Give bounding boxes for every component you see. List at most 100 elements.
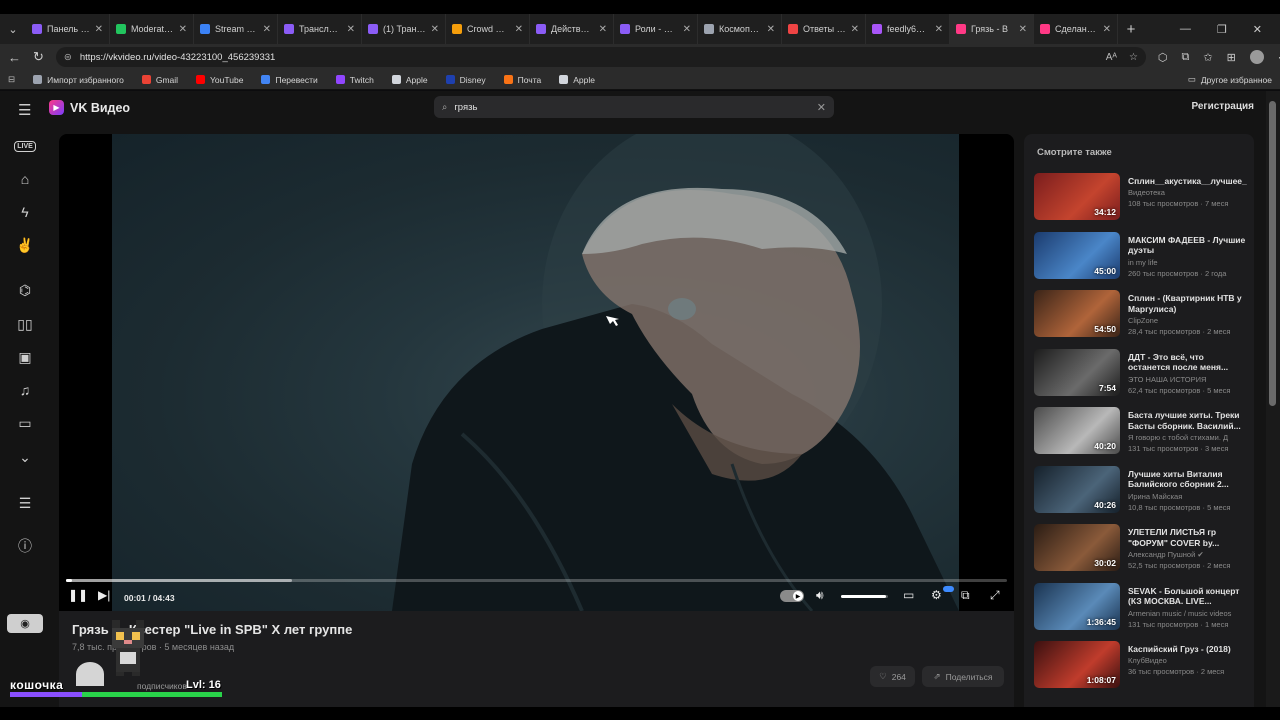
expand-more-icon[interactable]: ⌄ bbox=[16, 448, 34, 466]
register-button[interactable]: Регистрация bbox=[1191, 101, 1254, 112]
shorts-lightning-icon[interactable]: ϟ bbox=[16, 203, 34, 221]
recommendation-thumbnail[interactable]: 1:36:45 bbox=[1034, 582, 1120, 630]
browser-tab[interactable]: Грязь - В ✕ bbox=[950, 14, 1034, 44]
browser-tab[interactable]: Stream via R ✕ bbox=[194, 14, 278, 44]
recommendation-title[interactable]: Баста лучшие хиты. Треки Басты сборник. … bbox=[1128, 410, 1248, 431]
page-scrollbar[interactable] bbox=[1266, 91, 1280, 720]
book-icon[interactable]: ▯▯ bbox=[16, 315, 34, 333]
recommendation-title[interactable]: SEVAK - Большой концерт (КЗ МОСКВА. LIVE… bbox=[1128, 586, 1248, 607]
recommendation-channel[interactable]: Armenian music / music videos bbox=[1128, 609, 1231, 618]
seek-bar[interactable] bbox=[66, 579, 1007, 582]
minimize-icon[interactable]: — bbox=[1180, 23, 1191, 36]
collections-icon[interactable]: ⊞ bbox=[1227, 51, 1236, 64]
other-bookmarks[interactable]: ▭ Другое избранное bbox=[1188, 74, 1272, 85]
like-button[interactable]: ♡ 264 bbox=[870, 666, 915, 687]
bookmark-item[interactable]: Почта bbox=[503, 75, 541, 85]
tab-close-icon[interactable]: ✕ bbox=[95, 24, 103, 35]
recommendation-item[interactable]: 1:08:07 Каспийский Груз - (2018) КлубВидео… bbox=[1034, 641, 1249, 691]
favorite-star-icon[interactable]: ☆ bbox=[1129, 52, 1138, 63]
vk-video-logo[interactable]: ▶ VK Видео bbox=[49, 100, 130, 115]
bookmark-item[interactable]: Gmail bbox=[141, 75, 178, 85]
volume-icon[interactable]: 🔊︎ bbox=[816, 588, 824, 603]
recommendation-thumbnail[interactable]: 34:12 bbox=[1034, 173, 1120, 220]
monitor-icon[interactable]: ▭ bbox=[16, 414, 34, 432]
recommendation-title[interactable]: Каспийский Груз - (2018) bbox=[1128, 644, 1248, 655]
recommendation-channel[interactable]: Видеотека bbox=[1128, 188, 1165, 197]
profile-avatar[interactable] bbox=[1249, 50, 1264, 64]
bookmark-item[interactable]: Перевести bbox=[261, 75, 318, 85]
recommendation-item[interactable]: 40:20 Баста лучшие хиты. Треки Басты сбор… bbox=[1034, 407, 1249, 457]
recommendation-title[interactable]: УЛЕТЕЛИ ЛИСТЬЯ гр "ФОРУМ" COVER by... bbox=[1128, 527, 1248, 548]
extension-icon[interactable]: ⬡ bbox=[1158, 51, 1168, 64]
tab-close-icon[interactable]: ✕ bbox=[851, 24, 859, 35]
tab-close-icon[interactable]: ✕ bbox=[515, 24, 523, 35]
tab-close-icon[interactable]: ✕ bbox=[263, 24, 271, 35]
tab-close-icon[interactable]: ✕ bbox=[1103, 24, 1111, 35]
tab-close-icon[interactable]: ✕ bbox=[767, 24, 775, 35]
browser-tab[interactable]: (1) Трансля ✕ bbox=[362, 14, 446, 44]
subtitles-icon[interactable]: ▭ bbox=[903, 588, 914, 602]
autoplay-toggle[interactable]: ▶ bbox=[780, 590, 804, 602]
recommendation-channel[interactable]: ClipZone bbox=[1128, 316, 1158, 325]
close-window-icon[interactable]: ✕ bbox=[1253, 23, 1262, 36]
clear-search-icon[interactable]: ✕ bbox=[817, 101, 826, 114]
recommendation-item[interactable]: 7:54 ДДТ - Это всё, что останется после м… bbox=[1034, 348, 1249, 399]
browser-tab[interactable]: Действия - T ✕ bbox=[530, 14, 614, 44]
recommendation-title[interactable]: МАКСИМ ФАДЕЕВ - Лучшие дуэты bbox=[1128, 235, 1248, 256]
browser-tab[interactable]: Трансляция ✕ bbox=[278, 14, 362, 44]
new-tab-button[interactable]: + bbox=[1118, 21, 1144, 38]
recommendation-thumbnail[interactable]: 30:02 bbox=[1034, 524, 1120, 571]
tab-list-dropdown-icon[interactable]: ⌄ bbox=[0, 14, 26, 44]
scrollbar-thumb[interactable] bbox=[1269, 101, 1276, 406]
maximize-icon[interactable]: ❐ bbox=[1217, 23, 1227, 36]
address-field[interactable]: ⊜ https://vkvideo.ru/video-43223100_4562… bbox=[55, 47, 1146, 67]
recommendation-thumbnail[interactable]: 45:00 bbox=[1034, 231, 1120, 279]
recommendation-thumbnail[interactable]: 40:26 bbox=[1034, 465, 1120, 513]
bookmark-item[interactable]: Disney bbox=[445, 75, 486, 85]
share-button[interactable]: ⇗ Поделиться bbox=[922, 666, 1004, 687]
split-screen-icon[interactable]: ⧉ bbox=[1182, 51, 1190, 64]
recommendation-item[interactable]: 1:36:45 SEVAK - Большой концерт (КЗ МОСКВ… bbox=[1034, 582, 1249, 633]
info-icon[interactable]: ⓘ bbox=[16, 537, 34, 555]
tab-close-icon[interactable]: ✕ bbox=[935, 24, 943, 35]
tab-close-icon[interactable]: ✕ bbox=[431, 24, 439, 35]
browser-tab[interactable]: feedly66 — в ✕ bbox=[866, 14, 950, 44]
tab-close-icon[interactable]: ✕ bbox=[1019, 24, 1027, 35]
read-aloud-icon[interactable]: Aᴬ bbox=[1106, 52, 1117, 63]
home-icon[interactable]: ⌂ bbox=[16, 170, 34, 188]
site-info-icon[interactable]: ⊜ bbox=[64, 52, 72, 63]
fullscreen-icon[interactable]: ⤢ bbox=[990, 588, 1000, 603]
tab-close-icon[interactable]: ✕ bbox=[179, 24, 187, 35]
back-icon[interactable]: ← bbox=[8, 50, 21, 65]
recommendation-thumbnail[interactable]: 7:54 bbox=[1034, 348, 1120, 396]
bookmark-item[interactable]: Apple bbox=[559, 75, 595, 85]
kids-icon[interactable]: ✌ bbox=[16, 236, 34, 254]
browser-tab[interactable]: Космопорт | ✕ bbox=[698, 14, 782, 44]
tab-close-icon[interactable]: ✕ bbox=[599, 24, 607, 35]
pause-icon[interactable]: ❚❚ bbox=[68, 588, 88, 602]
music-icon[interactable]: ♫ bbox=[16, 381, 34, 399]
recommendation-thumbnail[interactable]: 40:20 bbox=[1034, 407, 1120, 454]
video-player[interactable]: ❚❚ ▶| 00:01 / 04:43 ▶ 🔊︎ ▭ ⚙ ⧉ ⤢ bbox=[59, 134, 1014, 611]
browser-tab[interactable]: Панель упра ✕ bbox=[26, 14, 110, 44]
browser-tab[interactable]: Сделано в Б ✕ bbox=[1034, 14, 1118, 44]
recommendation-item[interactable]: 45:00 МАКСИМ ФАДЕЕВ - Лучшие дуэты in my l… bbox=[1034, 231, 1249, 282]
reload-icon[interactable]: ↻ bbox=[33, 49, 44, 65]
recommendation-title[interactable]: Сплин - (Квартирник НТВ у Маргулиса) bbox=[1128, 293, 1248, 314]
recommendation-channel[interactable]: in my life bbox=[1128, 258, 1158, 267]
search-input[interactable]: ⌕ грязь ✕ bbox=[434, 96, 834, 118]
playlist-icon[interactable]: ☰ bbox=[16, 494, 34, 512]
recommendation-item[interactable]: 34:12 Сплин__акустика__лучшее_ Видеотека 10… bbox=[1034, 173, 1249, 223]
settings-gear-icon[interactable]: ⚙ bbox=[931, 588, 942, 602]
recommendation-thumbnail[interactable]: 1:08:07 bbox=[1034, 641, 1120, 688]
bookmark-item[interactable]: YouTube bbox=[196, 75, 243, 85]
recommendation-channel[interactable]: Я говорю с тобой стихами. Д bbox=[1128, 433, 1228, 442]
browser-tab[interactable]: Crowd Contr ✕ bbox=[446, 14, 530, 44]
browser-tab[interactable]: Moderator - ✕ bbox=[110, 14, 194, 44]
tv-series-icon[interactable]: ▣ bbox=[16, 348, 34, 366]
browser-tab[interactable]: Ответы на во ✕ bbox=[782, 14, 866, 44]
recommendation-channel[interactable]: КлубВидео bbox=[1128, 656, 1167, 665]
bookmark-item[interactable]: Twitch bbox=[335, 75, 374, 85]
recommendation-title[interactable]: Лучшие хиты Виталия Балийского сборник 2… bbox=[1128, 469, 1248, 490]
bookmark-item[interactable]: Импорт избранного bbox=[33, 75, 124, 85]
